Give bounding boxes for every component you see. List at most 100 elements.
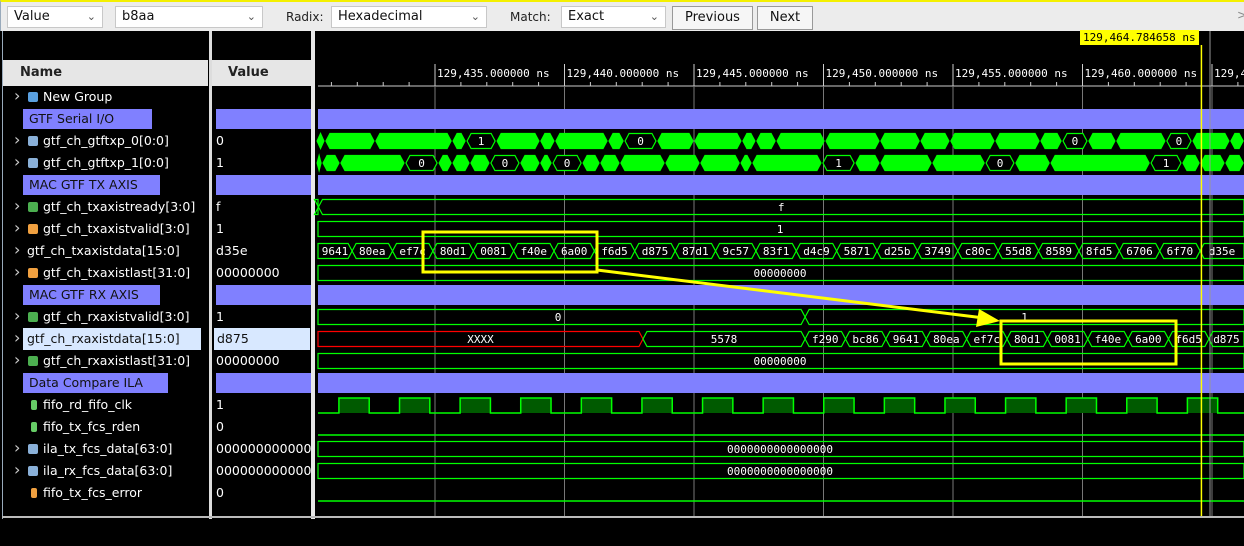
bit-segment-filled (932, 154, 985, 172)
bit-segment-filled (756, 132, 776, 150)
ruler-tick-label: 129,455.000000 ns (955, 67, 1068, 80)
bus-value-label: 3749 (924, 245, 951, 258)
bit-segment-filled (855, 154, 880, 172)
bus-value-label: 5578 (711, 333, 738, 346)
clock-high-pulse (520, 398, 552, 413)
ruler-tick-label: 129,4 (1214, 67, 1244, 80)
bit-segment-filled (880, 154, 932, 172)
bus-value-label: 8fd5 (1086, 245, 1113, 258)
bus-value-label: 6706 (1126, 245, 1153, 258)
bit-segment-filled (452, 132, 466, 150)
bus-value-label: 00000000 (754, 355, 807, 368)
bus-value-label: 0 (997, 157, 1004, 170)
bit-segment-filled (694, 132, 742, 150)
bit-segment-filled (600, 154, 620, 172)
bus-value-label: 6a00 (561, 245, 588, 258)
clock-high-pulse (1187, 398, 1218, 413)
bus-value-label: 5871 (844, 245, 871, 258)
bus-value-label: f40e (1095, 333, 1122, 346)
bit-segment-filled (325, 132, 375, 150)
bus-value-label: d4c9 (803, 245, 830, 258)
bus-value-label: f (778, 201, 785, 214)
bus-value-label: 0 (418, 157, 425, 170)
bus-value-label: 6a00 (1135, 333, 1162, 346)
bit-segment-filled (620, 154, 665, 172)
divider-band (318, 373, 1244, 393)
bus-value-label: 87d1 (682, 245, 709, 258)
bus-value-label: 0 (1072, 135, 1079, 148)
ruler-tick-label: 129,435.000000 ns (437, 67, 550, 80)
bit-segment-filled (880, 132, 920, 150)
bus-value-label: XXXX (467, 333, 494, 346)
bit-segment-filled (316, 153, 322, 173)
bus-value-label: 1 (777, 223, 784, 236)
bit-segment-filled (496, 132, 540, 150)
bit-segment-filled (1182, 154, 1200, 172)
bus-value-label: bc86 (852, 333, 879, 346)
bit-segment-filled (1200, 154, 1225, 172)
bit-segment-filled (1225, 154, 1244, 172)
clock-high-pulse (460, 398, 491, 413)
ruler-tick-label: 129,460.000000 ns (1085, 67, 1198, 80)
bus-value-label: f6d5 (601, 245, 628, 258)
bit-segment-filled (540, 154, 552, 172)
bit-segment-filled (375, 132, 452, 150)
bus-value-label: 6f70 (1167, 245, 1194, 258)
clock-high-pulse (944, 398, 976, 413)
bus-value-label: 0000000000000000 (727, 443, 833, 456)
bus-value-label: 0 (637, 135, 644, 148)
bit-segment-filled (555, 132, 608, 150)
clock-high-pulse (1126, 398, 1158, 413)
bus-value-label: 80d1 (1014, 333, 1041, 346)
bit-segment-filled (608, 132, 624, 150)
bus-value-label: 0 (502, 157, 509, 170)
bus-value-label: f290 (812, 333, 839, 346)
bit-segment-filled (700, 154, 740, 172)
bus-segment (317, 308, 806, 326)
bus-value-label: d875 (1213, 333, 1240, 346)
clock-high-pulse (884, 398, 915, 413)
bit-segment-filled (470, 154, 490, 172)
ruler-tick-label: 129,445.000000 ns (696, 67, 809, 80)
bit-segment-filled (1116, 132, 1166, 150)
bit-segment-filled (665, 154, 700, 172)
bus-value-label: 9641 (893, 333, 920, 346)
divider-band (318, 175, 1244, 195)
clock-high-pulse (399, 398, 430, 413)
bus-value-label: 9c57 (722, 245, 749, 258)
bus-value-label: 1 (835, 157, 842, 170)
bus-value-label: 80ea (359, 245, 386, 258)
bit-segment-filled (1050, 154, 1150, 172)
bit-segment-filled (657, 132, 694, 150)
bit-segment-filled (1230, 132, 1244, 150)
ruler-tick-label: 129,440.000000 ns (567, 67, 680, 80)
bus-value-label: d35e (1209, 245, 1236, 258)
bus-value-label: 0 (1176, 135, 1183, 148)
bus-value-label: 9641 (322, 245, 349, 258)
bus-value-label: 0 (564, 157, 571, 170)
bit-segment-filled (742, 132, 756, 150)
bus-value-label: 1 (478, 135, 485, 148)
bit-segment-filled (340, 154, 405, 172)
bit-segment-filled (776, 132, 825, 150)
bit-segment-filled (452, 154, 470, 172)
divider-band (318, 109, 1244, 129)
clock-high-pulse (641, 398, 673, 413)
bus-value-label: 00000000 (754, 267, 807, 280)
clock-high-pulse (1066, 398, 1097, 413)
clock-high-pulse (702, 398, 733, 413)
bit-segment-filled (1192, 132, 1230, 150)
bit-segment-filled (1088, 132, 1116, 150)
waveform-canvas[interactable]: 129,435.000000 ns 129,440.000000 ns 129,44… (0, 0, 1244, 546)
clock-high-pulse (581, 398, 612, 413)
divider-band (318, 285, 1244, 305)
bus-value-label: 83f1 (763, 245, 790, 258)
bit-segment-filled (1015, 154, 1050, 172)
clock-high-pulse (338, 398, 370, 413)
bus-value-label: 0081 (1054, 333, 1081, 346)
bit-segment-filled (752, 154, 822, 172)
bus-value-label: 0081 (480, 245, 507, 258)
clock-high-pulse (763, 398, 794, 413)
ruler-tick-label: 129,450.000000 ns (826, 67, 939, 80)
bit-segment-filled (950, 132, 995, 150)
